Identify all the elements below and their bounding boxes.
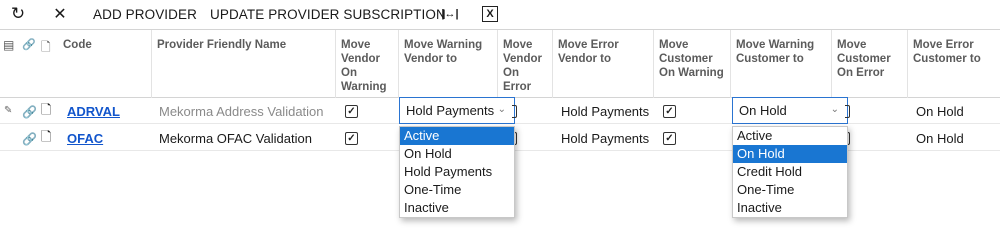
friendly-name-cell[interactable]: Mekorma OFAC Validation [159, 126, 312, 151]
export-excel-icon[interactable]: X [482, 6, 498, 22]
file-icon[interactable]: 🗋 [41, 38, 51, 59]
col-header-move-error-customer-to[interactable]: Move Error Customer to [907, 30, 1000, 98]
dropdown-option-inactive[interactable]: Inactive [733, 199, 847, 217]
grid-header: ▤ 🔗 🗋 Code Provider Friendly Name Move V… [0, 29, 1000, 98]
dropdown-option-active[interactable]: Active [733, 127, 847, 145]
select-value: Hold Payments [406, 103, 495, 118]
customer-status-dropdown: Active On Hold Credit Hold One-Time Inac… [732, 126, 848, 218]
dropdown-option-on-hold[interactable]: On Hold [400, 145, 514, 163]
col-header-move-vendor-on-error[interactable]: Move Vendor On Error [497, 30, 552, 98]
vendor-status-dropdown: Active On Hold Hold Payments One-Time In… [399, 126, 515, 218]
move-warning-vendor-select[interactable]: Hold Payments ⌄ [399, 97, 515, 124]
add-provider-button[interactable]: ADD PROVIDER [93, 4, 197, 24]
attachment-icon[interactable]: 🔗 [22, 38, 36, 51]
move-error-vendor-cell[interactable]: Hold Payments [561, 126, 649, 151]
col-header-move-warning-customer-to[interactable]: Move Warning Customer to [730, 30, 831, 98]
col-header-move-warning-vendor-to[interactable]: Move Warning Vendor to [398, 30, 497, 98]
table-row[interactable]: ✎ 🔗 🗋 ADRVAL Mekorma Address Validation … [0, 97, 1000, 124]
providers-grid: ▤ 🔗 🗋 Code Provider Friendly Name Move V… [0, 29, 1000, 223]
col-header-move-customer-on-warning[interactable]: Move Customer On Warning [653, 30, 730, 98]
dropdown-option-credit-hold[interactable]: Credit Hold [733, 163, 847, 181]
select-value: On Hold [739, 103, 787, 118]
dropdown-option-one-time[interactable]: One-Time [400, 181, 514, 199]
chevron-down-icon: ⌄ [497, 104, 506, 115]
dropdown-option-active[interactable]: Active [400, 127, 514, 145]
move-error-customer-cell[interactable]: On Hold [916, 99, 964, 124]
fit-columns-icon[interactable]: |↔| [440, 4, 460, 24]
col-header-code[interactable]: Code [58, 30, 151, 98]
move-vendor-on-warning-checkbox[interactable]: ✓ [345, 132, 358, 145]
col-header-friendly-name[interactable]: Provider Friendly Name [151, 30, 335, 98]
code-link[interactable]: ADRVAL [67, 104, 120, 119]
move-customer-on-warning-checkbox[interactable]: ✓ [663, 132, 676, 145]
chevron-down-icon: ⌄ [830, 104, 839, 115]
move-warning-customer-select[interactable]: On Hold ⌄ [732, 97, 848, 124]
code-link[interactable]: OFAC [67, 131, 103, 146]
edit-row-icon: ✎ [4, 105, 13, 116]
row-file-icon[interactable]: 🗋 [41, 99, 51, 124]
move-vendor-on-error-checkbox[interactable] [512, 105, 517, 118]
row-attachment-icon[interactable]: 🔗 [22, 99, 37, 124]
col-header-move-error-vendor-to[interactable]: Move Error Vendor to [552, 30, 653, 98]
col-header-move-customer-on-error[interactable]: Move Customer On Error [831, 30, 907, 98]
row-file-icon[interactable]: 🗋 [41, 126, 51, 151]
dropdown-option-on-hold[interactable]: On Hold [733, 145, 847, 163]
dropdown-option-one-time[interactable]: One-Time [733, 181, 847, 199]
update-provider-subscription-button[interactable]: UPDATE PROVIDER SUBSCRIPTION [210, 4, 446, 24]
move-error-vendor-cell[interactable]: Hold Payments [561, 99, 649, 124]
dropdown-option-inactive[interactable]: Inactive [400, 199, 514, 217]
move-customer-on-warning-checkbox[interactable]: ✓ [663, 105, 676, 118]
move-error-customer-cell[interactable]: On Hold [916, 126, 964, 151]
refresh-icon[interactable]: ↻ [8, 4, 28, 24]
friendly-name-cell[interactable]: Mekorma Address Validation [159, 99, 324, 124]
dropdown-option-hold-payments[interactable]: Hold Payments [400, 163, 514, 181]
move-vendor-on-warning-checkbox[interactable]: ✓ [345, 105, 358, 118]
row-attachment-icon[interactable]: 🔗 [22, 126, 37, 151]
close-icon[interactable]: ✕ [50, 4, 70, 24]
move-customer-on-error-checkbox[interactable] [845, 105, 850, 118]
row-selector-icon[interactable]: ▤ [3, 38, 14, 52]
toolbar: ↻ ✕ ADD PROVIDER UPDATE PROVIDER SUBSCRI… [0, 0, 1000, 28]
col-header-move-vendor-on-warning[interactable]: Move Vendor On Warning [335, 30, 398, 98]
